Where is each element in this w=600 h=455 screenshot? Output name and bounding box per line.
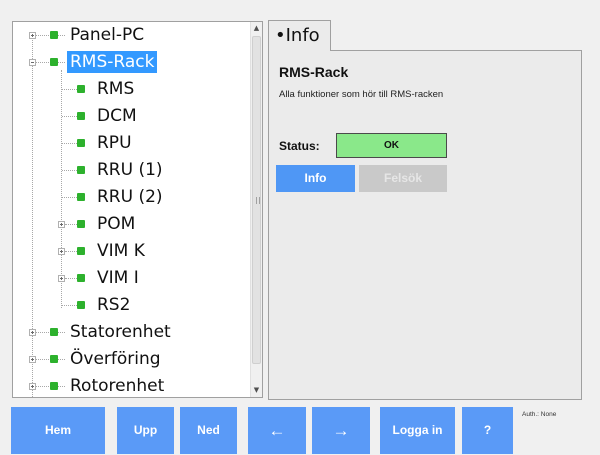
info-title: RMS-Rack — [279, 64, 349, 80]
info-description: Alla funktioner som hör till RMS-racken — [279, 89, 444, 100]
tree-connector — [32, 35, 33, 397]
tree-node-label[interactable]: Överföring — [70, 348, 161, 370]
tree-node-label[interactable]: POM — [97, 213, 135, 235]
status-led-icon — [50, 382, 58, 390]
tree-connector — [65, 278, 77, 279]
tree-node-label[interactable]: RPU — [97, 132, 132, 154]
tree-connector — [62, 116, 77, 117]
tree-connector — [62, 170, 77, 171]
tree-node-label[interactable]: VIM I — [97, 267, 139, 289]
status-label: Status: — [279, 139, 320, 153]
tree-connector — [62, 305, 77, 306]
status-led-icon — [77, 301, 85, 309]
tree-node-label[interactable]: DCM — [97, 105, 137, 127]
tree-connector — [62, 143, 77, 144]
up-button[interactable]: Upp — [117, 407, 174, 454]
status-led-icon — [77, 274, 85, 282]
tree-node-label[interactable]: RRU (2) — [97, 186, 163, 208]
expand-icon[interactable] — [29, 32, 36, 39]
scroll-up-arrow-icon[interactable]: ▲ — [251, 22, 262, 34]
status-led-icon — [77, 193, 85, 201]
tree-node-label[interactable]: RRU (1) — [97, 159, 163, 181]
tree-node-label[interactable]: Statorenhet — [70, 321, 171, 343]
expand-icon[interactable] — [58, 248, 65, 255]
status-led-icon — [77, 139, 85, 147]
grip-icon — [256, 197, 260, 204]
expand-icon[interactable] — [29, 329, 36, 336]
tree-connector — [65, 251, 77, 252]
expand-icon[interactable] — [29, 356, 36, 363]
down-button[interactable]: Ned — [180, 407, 237, 454]
tree-connector — [62, 89, 77, 90]
forward-arrow-button[interactable]: → — [312, 407, 370, 454]
status-led-icon — [50, 355, 58, 363]
tree-view[interactable]: Panel-PC RMS-Rack RMS DCM RPU RRU (1) RR… — [12, 21, 263, 398]
scrollbar-thumb[interactable] — [252, 36, 261, 364]
info-button[interactable]: Info — [276, 165, 355, 192]
tree-node-label[interactable]: RMS — [97, 78, 134, 100]
status-led-icon — [77, 220, 85, 228]
status-led-icon — [77, 112, 85, 120]
status-indicator: OK — [336, 133, 447, 158]
felsok-button[interactable]: Felsök — [359, 165, 447, 192]
tree-node-label[interactable]: Panel-PC — [70, 24, 144, 46]
help-button[interactable]: ? — [462, 407, 513, 454]
status-led-icon — [77, 166, 85, 174]
status-led-icon — [50, 58, 58, 66]
home-button[interactable]: Hem — [11, 407, 105, 454]
status-led-icon — [77, 85, 85, 93]
scroll-down-arrow-icon[interactable]: ▼ — [251, 384, 262, 396]
tree-connector — [62, 197, 77, 198]
status-led-icon — [50, 31, 58, 39]
collapse-icon[interactable] — [29, 59, 36, 66]
tree-connector — [61, 70, 62, 308]
auth-status: Auth.: None — [522, 411, 557, 418]
tree-scrollbar[interactable]: ▲ ▼ — [250, 22, 262, 397]
expand-icon[interactable] — [58, 275, 65, 282]
tree-connector — [65, 224, 77, 225]
back-arrow-button[interactable]: ← — [248, 407, 306, 454]
expand-icon[interactable] — [29, 383, 36, 390]
login-button[interactable]: Logga in — [380, 407, 455, 454]
expand-icon[interactable] — [58, 221, 65, 228]
info-panel: RMS-Rack Alla funktioner som hör till RM… — [268, 50, 582, 400]
tab-info[interactable]: •Info — [268, 20, 331, 51]
tree-node-label[interactable]: RS2 — [97, 294, 130, 316]
status-led-icon — [77, 247, 85, 255]
tree-node-label[interactable]: VIM K — [97, 240, 145, 262]
status-led-icon — [50, 328, 58, 336]
tree-node-label[interactable]: RMS-Rack — [67, 51, 158, 73]
tree-node-label[interactable]: Rotorenhet — [70, 375, 164, 397]
